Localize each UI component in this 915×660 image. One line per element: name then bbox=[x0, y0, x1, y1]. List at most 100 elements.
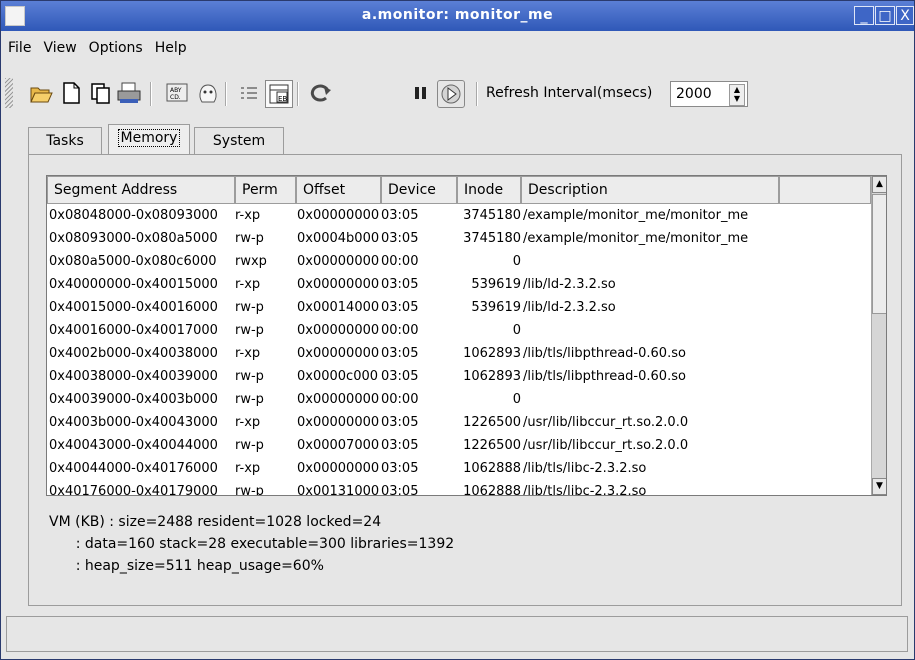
cell-perm: r-xp bbox=[235, 277, 261, 292]
tab-system[interactable]: System bbox=[194, 127, 284, 154]
cell-segment-address: 0x40038000-0x40039000 bbox=[49, 369, 218, 384]
svg-text:ABY: ABY bbox=[170, 87, 182, 94]
table-header: Segment Address Perm Offset Device Inode Desc… bbox=[47, 176, 871, 204]
reload-icon[interactable] bbox=[308, 80, 334, 106]
column-header-device[interactable]: Device bbox=[381, 176, 457, 204]
menu-options[interactable]: Options bbox=[87, 37, 145, 59]
refresh-interval-spinner[interactable]: 2000 ▲ ▼ bbox=[670, 81, 748, 107]
cell-description: /lib/tls/libc-2.3.2.so bbox=[523, 461, 647, 476]
cell-description: /lib/ld-2.3.2.so bbox=[523, 300, 616, 315]
cell-offset: 0x00131000 bbox=[297, 484, 380, 496]
table-row[interactable]: 0x080a5000-0x080c6000 rwxp 0x00000000 00:00… bbox=[47, 250, 871, 273]
cell-description: /lib/tls/libc-2.3.2.so bbox=[523, 484, 647, 496]
cell-description: /lib/tls/libpthread-0.60.so bbox=[523, 369, 686, 384]
column-header-inode[interactable]: Inode bbox=[457, 176, 521, 204]
scroll-up-arrow-icon[interactable]: ▲ bbox=[872, 176, 886, 193]
cell-segment-address: 0x40016000-0x40017000 bbox=[49, 323, 218, 338]
cell-offset: 0x00000000 bbox=[297, 461, 380, 476]
table-row[interactable]: 0x40016000-0x40017000 rw-p 0x00000000 00:00… bbox=[47, 319, 871, 342]
cell-perm: r-xp bbox=[235, 346, 261, 361]
cell-segment-address: 0x4003b000-0x40043000 bbox=[49, 415, 218, 430]
cell-description: /example/monitor_me/monitor_me bbox=[523, 231, 749, 246]
cell-segment-address: 0x08093000-0x080a5000 bbox=[49, 231, 218, 246]
cell-segment-address: 0x40176000-0x40179000 bbox=[49, 484, 218, 496]
cell-inode: 539619 bbox=[471, 277, 521, 292]
cell-inode: 3745180 bbox=[463, 231, 521, 246]
refresh-interval-value[interactable]: 2000 bbox=[676, 86, 712, 102]
detail-view-icon[interactable]: EB bbox=[265, 80, 293, 108]
toolbar-grip[interactable] bbox=[5, 78, 13, 108]
cell-inode: 3745180 bbox=[463, 208, 521, 223]
table-row[interactable]: 0x40176000-0x40179000 rw-p 0x00131000 03:05… bbox=[47, 480, 871, 496]
cell-description: /lib/tls/libpthread-0.60.so bbox=[523, 346, 686, 361]
table-row[interactable]: 0x40038000-0x40039000 rw-p 0x0000c000 03:05… bbox=[47, 365, 871, 388]
table-row[interactable]: 0x08093000-0x080a5000 rw-p 0x0004b000 03:05… bbox=[47, 227, 871, 250]
cell-device: 03:05 bbox=[381, 208, 419, 223]
table-row[interactable]: 0x08048000-0x08093000 r-xp 0x00000000 03:05… bbox=[47, 204, 871, 227]
table-row[interactable]: 0x4002b000-0x40038000 r-xp 0x00000000 03:05… bbox=[47, 342, 871, 365]
table-row[interactable]: 0x40044000-0x40176000 r-xp 0x00000000 03:05… bbox=[47, 457, 871, 480]
cell-inode: 0 bbox=[512, 392, 521, 407]
close-button[interactable]: X bbox=[896, 6, 914, 25]
cell-device: 03:05 bbox=[381, 346, 419, 361]
cell-inode: 1062888 bbox=[463, 461, 521, 476]
minimize-button[interactable]: _ bbox=[854, 6, 874, 25]
cell-perm: rw-p bbox=[235, 438, 264, 453]
table-row[interactable]: 0x4003b000-0x40043000 r-xp 0x00000000 03:05… bbox=[47, 411, 871, 434]
pause-icon[interactable] bbox=[408, 80, 434, 106]
vm-stats-line-1: VM (KB) : size=2488 resident=1028 locked… bbox=[49, 514, 382, 530]
cell-device: 00:00 bbox=[381, 254, 419, 269]
print-icon[interactable] bbox=[116, 80, 142, 106]
table-row[interactable]: 0x40043000-0x40044000 rw-p 0x00007000 03:05… bbox=[47, 434, 871, 457]
table-row[interactable]: 0x40039000-0x4003b000 rw-p 0x00000000 00:00… bbox=[47, 388, 871, 411]
memory-segments-table: Segment Address Perm Offset Device Inode Desc… bbox=[46, 175, 887, 496]
menu-help[interactable]: Help bbox=[153, 37, 189, 59]
cell-offset: 0x00014000 bbox=[297, 300, 380, 315]
spinner-arrows[interactable]: ▲ ▼ bbox=[729, 84, 745, 106]
cell-offset: 0x00000000 bbox=[297, 277, 380, 292]
cell-inode: 1062893 bbox=[463, 369, 521, 384]
vm-stats: VM (KB) : size=2488 resident=1028 locked… bbox=[49, 511, 454, 577]
scroll-thumb[interactable] bbox=[872, 194, 886, 314]
cell-device: 03:05 bbox=[381, 300, 419, 315]
maximize-button[interactable]: □ bbox=[875, 6, 895, 25]
table-row[interactable]: 0x40000000-0x40015000 r-xp 0x00000000 03:05… bbox=[47, 273, 871, 296]
find-icon[interactable] bbox=[195, 80, 221, 106]
cell-offset: 0x00000000 bbox=[297, 392, 380, 407]
cell-device: 00:00 bbox=[381, 392, 419, 407]
status-bar bbox=[6, 616, 908, 652]
cell-description: /usr/lib/libccur_rt.so.2.0.0 bbox=[523, 438, 689, 453]
column-header-filler[interactable] bbox=[779, 176, 871, 204]
menu-view[interactable]: View bbox=[41, 37, 78, 59]
open-folder-icon[interactable] bbox=[28, 80, 54, 106]
table-row[interactable]: 0x40015000-0x40016000 rw-p 0x00014000 03:05… bbox=[47, 296, 871, 319]
font-icon[interactable]: ABY CD. bbox=[164, 80, 190, 106]
tab-tasks[interactable]: Tasks bbox=[28, 127, 102, 154]
cell-device: 03:05 bbox=[381, 415, 419, 430]
cell-description: /lib/ld-2.3.2.so bbox=[523, 277, 616, 292]
svg-text:CD.: CD. bbox=[170, 94, 181, 101]
copy-icon[interactable] bbox=[88, 80, 114, 106]
cell-perm: rw-p bbox=[235, 300, 264, 315]
cell-inode: 1062893 bbox=[463, 346, 521, 361]
tab-memory[interactable]: Memory bbox=[108, 124, 190, 154]
cell-perm: rw-p bbox=[235, 231, 264, 246]
play-icon[interactable] bbox=[437, 80, 465, 108]
cell-segment-address: 0x40043000-0x40044000 bbox=[49, 438, 218, 453]
cell-inode: 1226500 bbox=[463, 415, 521, 430]
vertical-scrollbar[interactable]: ▲ ▼ bbox=[871, 176, 886, 495]
title-bar[interactable]: a.monitor: monitor_me _ □ X bbox=[1, 1, 914, 31]
cell-segment-address: 0x40000000-0x40015000 bbox=[49, 277, 218, 292]
column-header-offset[interactable]: Offset bbox=[296, 176, 381, 204]
list-view-icon[interactable] bbox=[236, 80, 262, 106]
column-header-segment-address[interactable]: Segment Address bbox=[47, 176, 235, 204]
cell-perm: rw-p bbox=[235, 323, 264, 338]
new-file-icon[interactable] bbox=[58, 80, 84, 106]
cell-perm: r-xp bbox=[235, 461, 261, 476]
cell-offset: 0x00000000 bbox=[297, 254, 380, 269]
column-header-description[interactable]: Description bbox=[521, 176, 779, 204]
column-header-perm[interactable]: Perm bbox=[235, 176, 296, 204]
menu-file[interactable]: File bbox=[6, 37, 33, 59]
cell-offset: 0x00000000 bbox=[297, 415, 380, 430]
scroll-down-arrow-icon[interactable]: ▼ bbox=[872, 478, 886, 495]
